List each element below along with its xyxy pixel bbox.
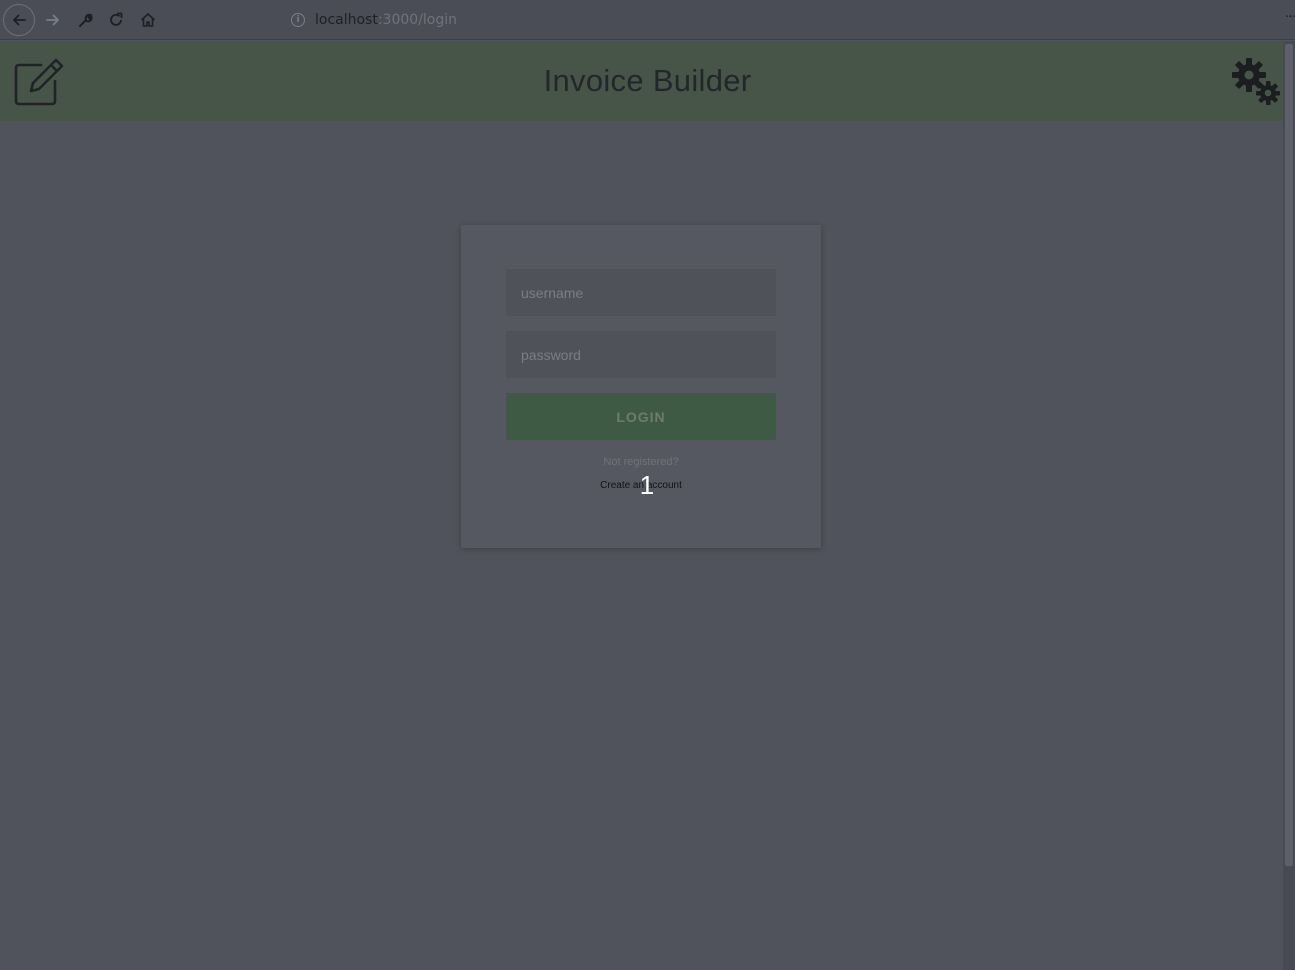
url-host: localhost [315,12,378,28]
forward-arrow-icon[interactable] [38,5,68,35]
reload-icon[interactable] [101,5,131,35]
back-arrow-icon[interactable] [3,4,35,36]
login-button[interactable]: LOGIN [506,393,776,440]
info-icon[interactable]: i [291,13,305,27]
url-path: :3000/login [377,12,458,28]
more-menu-icon[interactable]: ··· [1285,10,1295,30]
not-registered-text: Not registered? [603,456,679,468]
gears-icon[interactable] [1229,55,1283,107]
home-icon[interactable] [133,5,163,35]
browser-toolbar: i localhost :3000/login ··· [0,0,1295,40]
step-marker: 1 [639,470,655,500]
password-input[interactable] [506,331,776,378]
address-bar[interactable]: i localhost :3000/login [282,6,1282,34]
app-title: Invoice Builder [543,63,752,98]
username-input[interactable] [506,269,776,316]
wrench-icon[interactable] [70,5,100,35]
scrollbar-thumb[interactable] [1285,44,1293,866]
